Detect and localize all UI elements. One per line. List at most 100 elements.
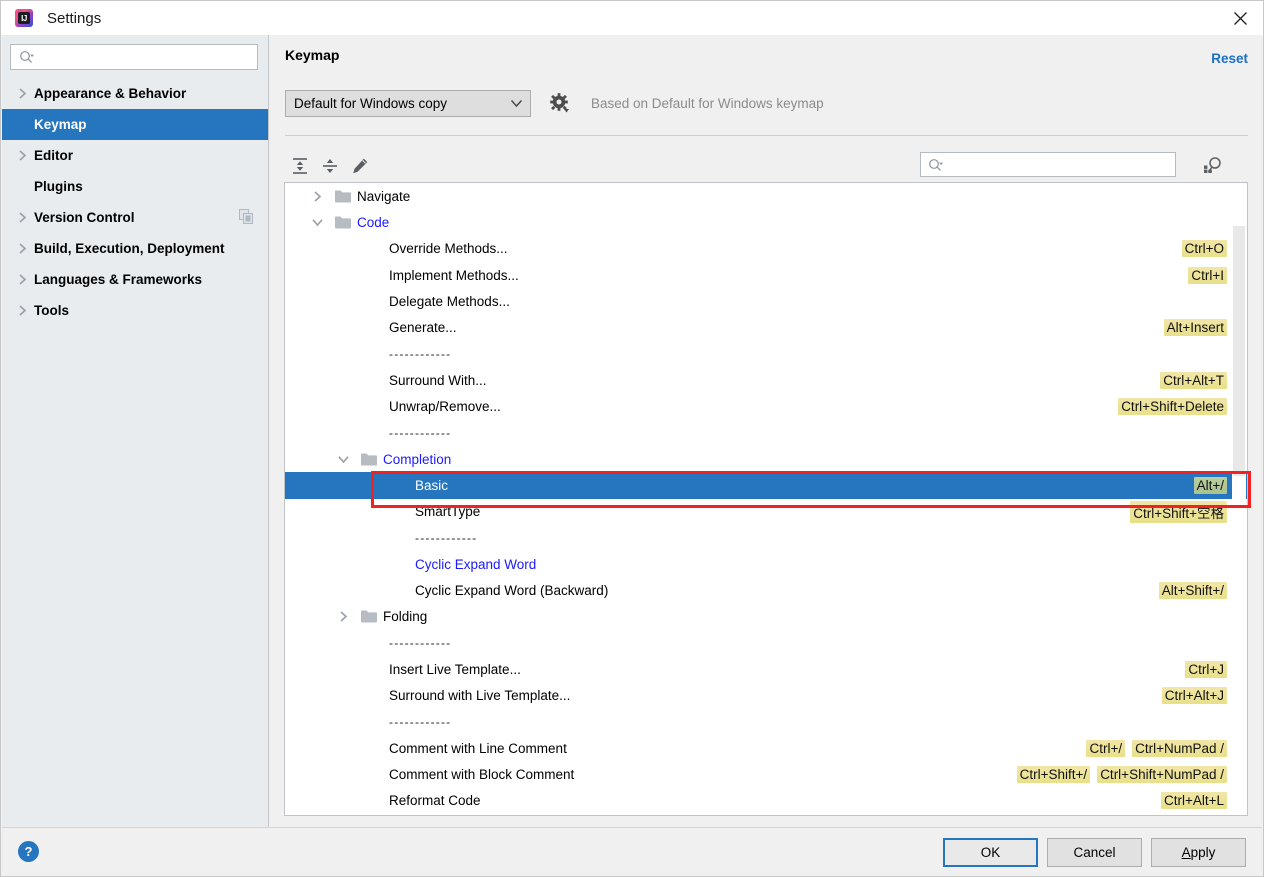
tree-scrollbar-thumb[interactable] (1233, 226, 1245, 476)
reset-link[interactable]: Reset (1211, 51, 1248, 66)
chevron-down-icon[interactable] (335, 455, 351, 464)
shortcut-search-input[interactable] (948, 157, 1175, 172)
shortcut-badge: Ctrl+Alt+J (1161, 687, 1227, 705)
chevron-right-icon[interactable] (335, 611, 351, 622)
tree-row-label: Delegate Methods... (389, 293, 510, 309)
tree-row[interactable]: Comment with Line Comment Ctrl+/ Ctrl+Nu… (285, 735, 1247, 761)
chevron-right-icon (14, 150, 30, 161)
sidebar-item-editor[interactable]: Editor (2, 140, 268, 171)
tree-row-shortcuts: Ctrl+/ Ctrl+NumPad / (1086, 735, 1227, 761)
apply-button[interactable]: Apply (1151, 838, 1246, 867)
search-icon (928, 158, 944, 172)
sidebar-item-keymap[interactable]: Keymap (2, 109, 268, 140)
tree-row-label: Surround with Live Template... (389, 688, 571, 704)
sidebar-item-tools[interactable]: Tools (2, 295, 268, 326)
tree-row-basic[interactable]: Basic Alt+/ (285, 472, 1247, 499)
tree-row-shortcuts: Ctrl+Alt+T (1160, 367, 1227, 393)
tree-row[interactable]: Comment with Block Comment Ctrl+Shift+/ … (285, 762, 1247, 788)
tree-row[interactable]: Generate... Alt+Insert (285, 314, 1247, 340)
apply-label: Apply (1181, 845, 1216, 860)
tree-row-shortcuts: Ctrl+Shift+空格 (1130, 499, 1227, 525)
sidebar-item-languages-frameworks[interactable]: Languages & Frameworks (2, 264, 268, 295)
tree-toolbar (285, 147, 1248, 185)
shortcut-search[interactable] (920, 152, 1176, 177)
sidebar-search[interactable] (10, 44, 258, 70)
expand-all-icon[interactable] (285, 152, 315, 180)
keymap-select[interactable]: Default for Windows copy (285, 89, 531, 117)
sidebar-search-input[interactable] (39, 49, 257, 65)
chevron-down-icon[interactable] (309, 218, 325, 227)
ok-label: OK (980, 845, 1001, 860)
help-label: ? (24, 844, 33, 859)
title-bar: IJ Settings (1, 1, 1263, 35)
tree-row[interactable]: Implement Methods... Ctrl+I (285, 262, 1247, 288)
tree-row[interactable]: Surround with Live Template... Ctrl+Alt+… (285, 683, 1247, 709)
tree-row[interactable]: Insert Live Template... Ctrl+J (285, 656, 1247, 682)
settings-dialog: IJ Settings Appearance & Behavior Keymap… (0, 0, 1264, 877)
folder-icon (361, 453, 377, 466)
sidebar-item-plugins[interactable]: Plugins (2, 171, 268, 202)
tree-row-label: ------------ (389, 346, 452, 361)
tree-row-separator: ------------ (285, 709, 1247, 735)
chevron-right-icon[interactable] (309, 191, 325, 202)
tree-row-separator: ------------ (285, 420, 1247, 446)
sidebar-item-label: Editor (34, 148, 73, 163)
tree-row-label: ------------ (389, 636, 452, 651)
shortcut-badge: Alt+Insert (1163, 319, 1227, 337)
tree-row-label: Comment with Block Comment (389, 767, 575, 783)
sidebar-item-appearance-behavior[interactable]: Appearance & Behavior (2, 78, 268, 109)
tree-row[interactable]: Completion (285, 446, 1247, 472)
sidebar-item-label: Keymap (34, 117, 87, 132)
tree-row[interactable]: Cyclic Expand Word (Backward) Alt+Shift+… (285, 577, 1247, 603)
tree-row[interactable]: Delegate Methods... (285, 288, 1247, 314)
tree-row-label: Surround With... (389, 372, 487, 388)
gear-icon[interactable] (549, 92, 571, 114)
close-icon[interactable] (1217, 1, 1263, 35)
folder-icon (335, 190, 351, 203)
tree-row[interactable]: Code (285, 209, 1247, 235)
tree-row[interactable]: SmartType Ctrl+Shift+空格 (285, 499, 1247, 525)
shortcut-badge: Ctrl+O (1181, 240, 1227, 258)
tree-row[interactable]: Cyclic Expand Word (285, 551, 1247, 577)
chevron-down-icon (510, 96, 523, 111)
tree-row-shortcuts: Ctrl+I (1188, 262, 1227, 288)
sidebar-item-version-control[interactable]: Version Control (2, 202, 268, 233)
tree-row[interactable]: Surround With... Ctrl+Alt+T (285, 367, 1247, 393)
tree-scrollbar[interactable] (1232, 184, 1246, 814)
sidebar-item-label: Tools (34, 303, 69, 318)
tree-row-shortcuts: Ctrl+Shift+/ Ctrl+Shift+NumPad / (1016, 762, 1227, 788)
tree-row-label: Navigate (357, 188, 411, 204)
folder-icon (361, 610, 377, 623)
search-icon (19, 50, 35, 64)
tree-row-label: Basic (415, 477, 449, 493)
sidebar-nav-list: Appearance & Behavior Keymap Editor Plug… (2, 78, 268, 326)
shortcut-badge: Ctrl+J (1185, 660, 1227, 678)
tree-row[interactable]: Override Methods... Ctrl+O (285, 236, 1247, 262)
sidebar-item-label: Build, Execution, Deployment (34, 241, 225, 256)
sidebar-item-label: Appearance & Behavior (34, 86, 187, 101)
tree-row[interactable]: Unwrap/Remove... Ctrl+Shift+Delete (285, 393, 1247, 419)
tree-row[interactable]: Folding (285, 604, 1247, 630)
ok-button[interactable]: OK (943, 838, 1038, 867)
help-icon[interactable]: ? (18, 841, 39, 862)
tree-row-shortcuts: Alt+Insert (1163, 314, 1227, 340)
collapse-all-icon[interactable] (315, 152, 345, 180)
sidebar-item-build-execution-deployment[interactable]: Build, Execution, Deployment (2, 233, 268, 264)
tree-row-shortcuts: Ctrl+Alt+L (1160, 788, 1227, 814)
tree-row-shortcuts: Ctrl+J (1185, 656, 1227, 682)
tree-row-label: SmartType (415, 504, 481, 520)
keymap-tree[interactable]: Navigate Code Override Methods... Ctrl+O… (284, 182, 1248, 816)
header-divider (285, 135, 1248, 136)
based-on-label: Based on Default for Windows keymap (591, 95, 824, 111)
find-by-shortcut-icon[interactable] (1200, 152, 1226, 178)
pencil-icon[interactable] (345, 152, 375, 180)
tree-row-label: Cyclic Expand Word (Backward) (415, 583, 609, 599)
tree-row[interactable]: Navigate (285, 183, 1247, 209)
tree-row-label: ------------ (389, 715, 452, 730)
cancel-button[interactable]: Cancel (1047, 838, 1142, 867)
tree-row-label: Completion (383, 451, 452, 467)
chevron-right-icon (14, 274, 30, 285)
tree-row-label: ------------ (415, 531, 478, 545)
tree-row-label: Generate... (389, 320, 457, 336)
tree-row[interactable]: Reformat Code Ctrl+Alt+L (285, 788, 1247, 814)
